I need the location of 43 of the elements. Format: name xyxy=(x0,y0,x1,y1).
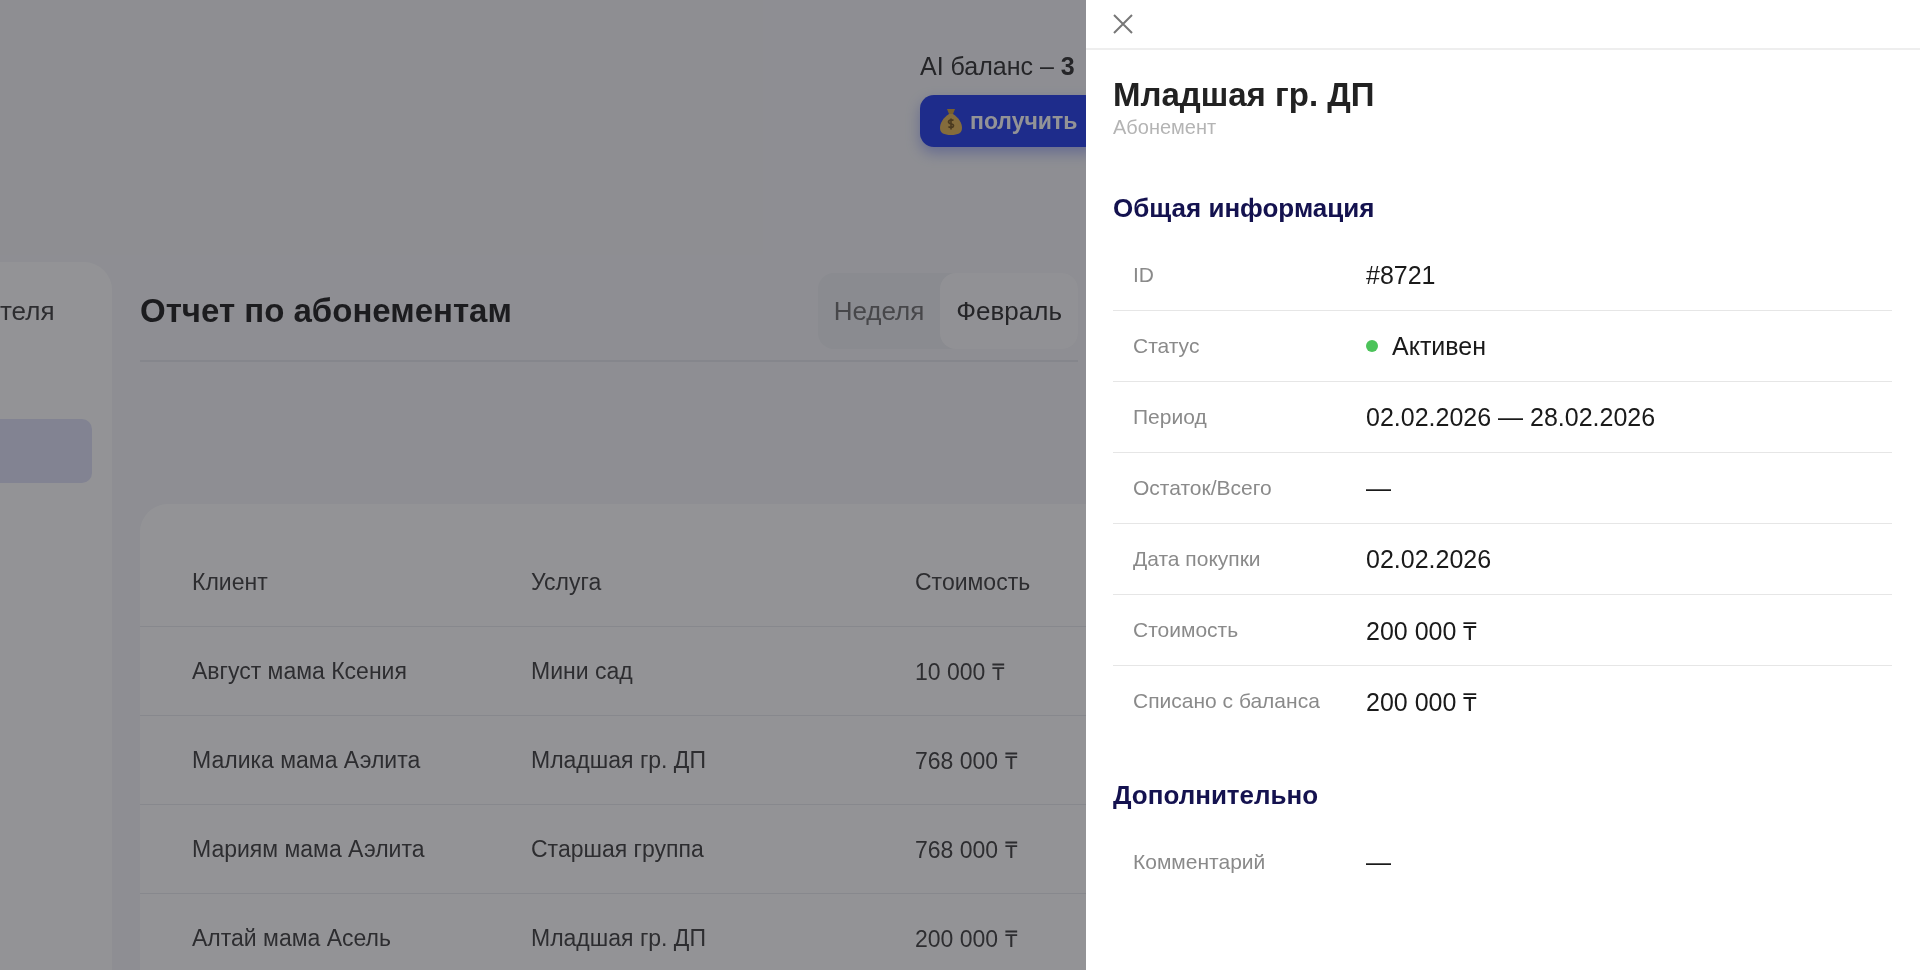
close-icon xyxy=(1112,13,1134,35)
field-value: — xyxy=(1366,473,1391,503)
section-heading: Общая информация xyxy=(1113,193,1376,224)
table-cell: Мариям мама Аэлита xyxy=(192,835,425,863)
field-label: Остаток/Всего xyxy=(1133,476,1272,500)
field-value: 02.02.2026 xyxy=(1366,544,1492,574)
table-cell-text: 200 000 ₸ xyxy=(915,925,1018,954)
field-value: Активен xyxy=(1392,331,1487,361)
field-label: Статус xyxy=(1133,334,1200,358)
column-header: Услуга xyxy=(531,568,602,596)
column-header: Стоимость xyxy=(915,568,1031,596)
field-label: Период xyxy=(1133,405,1207,429)
field-label: Комментарий xyxy=(1133,850,1266,874)
money-bag-icon xyxy=(940,107,962,135)
close-button[interactable] xyxy=(1112,13,1134,35)
section-heading: Дополнительно xyxy=(1113,780,1320,811)
table-cell: Август мама Ксения xyxy=(192,657,407,685)
field-label: Списано с баланса xyxy=(1133,689,1320,713)
field-value: 200 000 ₸ xyxy=(1366,687,1478,718)
field-label: Дата покупки xyxy=(1133,547,1261,571)
field-value: — xyxy=(1366,847,1391,877)
period-tab[interactable]: Февраль xyxy=(940,273,1078,349)
field-value: 02.02.2026 — 28.02.2026 xyxy=(1366,402,1656,432)
table-cell-text: 768 000 ₸ xyxy=(915,836,1018,865)
table-cell-text: 768 000 ₸ xyxy=(915,747,1018,776)
drawer-title: Младшая гр. ДП xyxy=(1113,76,1376,114)
field-label: Стоимость xyxy=(1133,618,1239,642)
table-cell: Младшая гр. ДП xyxy=(531,924,706,952)
table-cell: Старшая группа xyxy=(531,835,704,863)
field-label: ID xyxy=(1133,263,1154,287)
table-cell: Малика мама Аэлита xyxy=(192,746,421,774)
sidebar-item[interactable]: теля xyxy=(0,296,55,327)
field-value: 200 000 ₸ xyxy=(1366,616,1478,647)
period-tab[interactable]: Неделя xyxy=(817,273,941,349)
table-cell: Алтай мама Асель xyxy=(192,924,391,952)
field-value: #8721 xyxy=(1366,260,1436,290)
drawer-subtitle: Абонемент xyxy=(1113,116,1218,139)
table-cell: Младшая гр. ДП xyxy=(531,746,706,774)
table-cell: Мини сад xyxy=(531,657,633,685)
ai-balance-text: AI баланс – 3 xyxy=(920,52,1075,81)
column-header: Клиент xyxy=(192,568,268,596)
report-title: Отчет по абонементам xyxy=(140,292,512,330)
table-cell-text: 10 000 ₸ xyxy=(915,658,1005,687)
